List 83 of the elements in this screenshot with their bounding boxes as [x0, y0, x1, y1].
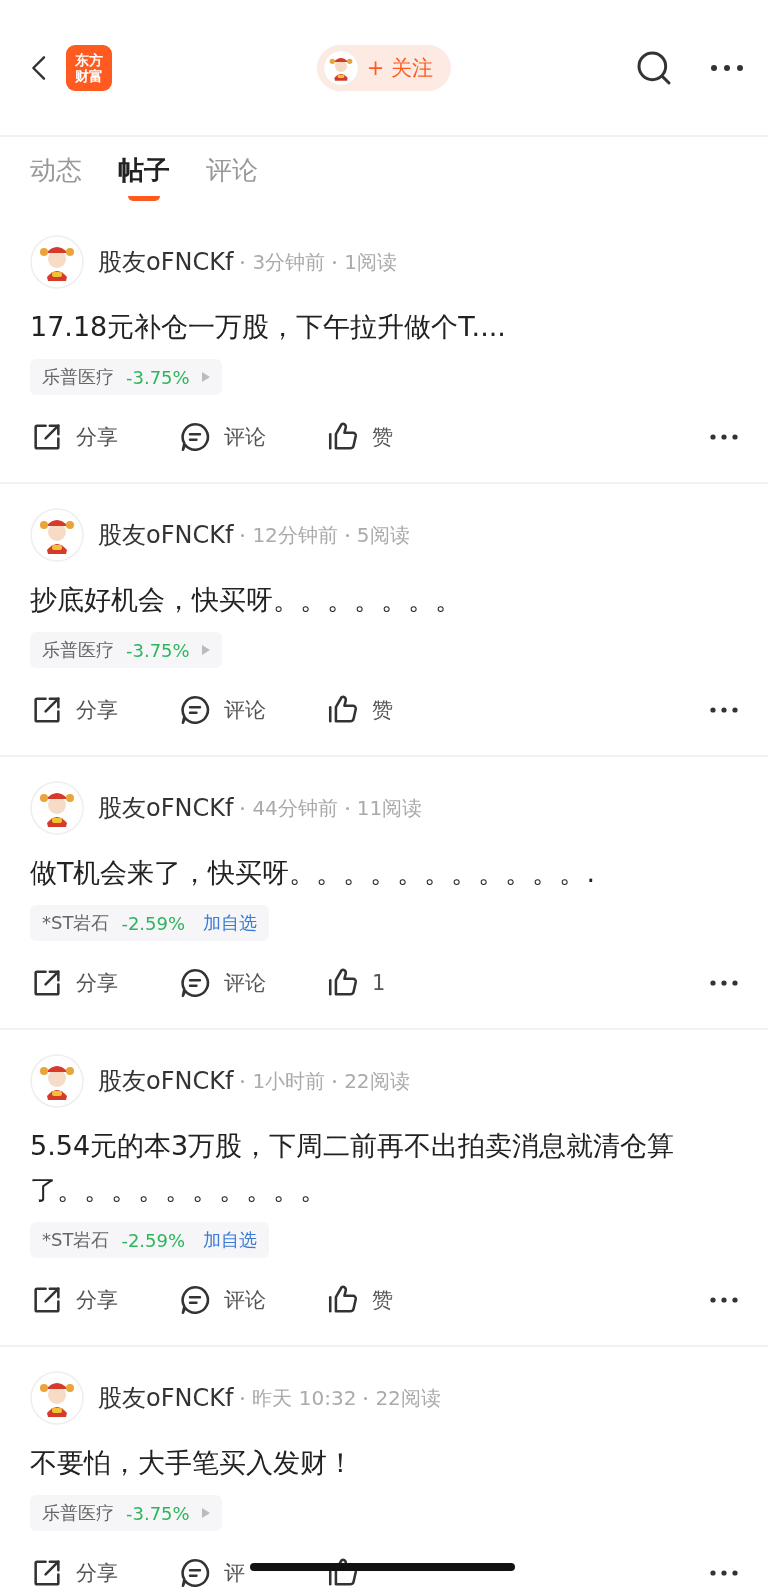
author-name[interactable]: 股友oFNCKf — [98, 1065, 234, 1097]
like-button[interactable]: 赞 — [326, 693, 474, 727]
author-name[interactable]: 股友oFNCKf — [98, 246, 234, 278]
comment-icon — [178, 1556, 212, 1590]
comment-button[interactable]: 评 — [178, 1556, 326, 1590]
share-button[interactable]: 分享 — [30, 1283, 178, 1317]
separator-dot — [241, 260, 245, 264]
more-button[interactable] — [710, 980, 738, 986]
more-button[interactable] — [710, 707, 738, 713]
read-count: 1阅读 — [344, 248, 397, 276]
author-name[interactable]: 股友oFNCKf — [98, 792, 234, 824]
post-text: 做T机会来了，快买呀。。。。。。。。。。。. — [30, 856, 597, 890]
author-name[interactable]: 股友oFNCKf — [98, 1382, 234, 1414]
separator-dot — [241, 806, 245, 810]
stock-name: 乐普医疗 — [42, 1501, 114, 1525]
separator-dot — [241, 1079, 245, 1083]
post-time: 昨天 10:32 — [252, 1384, 357, 1412]
separator-dot — [345, 806, 349, 810]
more-button[interactable] — [710, 1570, 738, 1576]
post-time: 3分钟前 — [252, 248, 326, 276]
stock-name: *ST岩石 — [42, 1228, 110, 1252]
separator-dot — [241, 533, 245, 537]
separator-dot — [333, 260, 337, 264]
stock-tag[interactable]: 乐普医疗 -3.75% — [30, 1495, 222, 1531]
play-icon — [201, 645, 210, 655]
avatar-icon — [30, 1371, 84, 1425]
play-icon — [201, 1508, 210, 1518]
stock-tag[interactable]: 乐普医疗 -3.75% — [30, 359, 222, 395]
more-icon[interactable] — [710, 63, 744, 72]
comment-icon — [178, 1283, 212, 1317]
comment-button[interactable]: 评论 — [178, 966, 326, 1000]
stock-name: 乐普医疗 — [42, 365, 114, 389]
post-text: 抄底好机会，快买呀。。。。。。。 — [30, 583, 463, 617]
post-text: 5.54元的本3万股，下周二前再不出拍卖消息就清仓算了。。。。。。。。。。 — [30, 1129, 676, 1207]
stock-change: -3.75% — [126, 639, 190, 661]
author-name[interactable]: 股友oFNCKf — [98, 519, 234, 551]
comment-icon — [178, 966, 212, 1000]
share-button[interactable]: 分享 — [30, 1556, 178, 1590]
stock-name: 乐普医疗 — [42, 638, 114, 662]
stock-tag[interactable]: *ST岩石 -2.59% 加自选 — [30, 1222, 270, 1258]
more-button[interactable] — [710, 1297, 738, 1303]
like-button[interactable]: 赞 — [326, 420, 474, 454]
avatar-icon — [30, 508, 84, 562]
post-time: 1小时前 — [252, 1067, 326, 1095]
share-button[interactable]: 分享 — [30, 693, 178, 727]
avatar-icon — [30, 235, 84, 289]
share-button[interactable]: 分享 — [30, 420, 178, 454]
add-watchlist-link[interactable]: 加自选 — [203, 911, 258, 935]
post-time: 12分钟前 — [252, 521, 338, 549]
app-logo: 东方 财富 — [66, 44, 112, 91]
comment-button[interactable]: 评论 — [178, 693, 326, 727]
stock-change: -2.59% — [121, 912, 186, 934]
stock-change: -3.75% — [126, 1502, 190, 1524]
separator-dot — [333, 1079, 337, 1083]
play-icon — [201, 372, 210, 382]
avatar-icon — [30, 1054, 84, 1108]
more-button[interactable] — [710, 434, 738, 440]
post-text: 17.18元补仓一万股，下午拉升做个T.... — [30, 310, 507, 344]
comment-icon — [178, 420, 212, 454]
separator-dot — [345, 533, 349, 537]
avatar-icon — [30, 781, 84, 835]
stock-tag[interactable]: *ST岩石 -2.59% 加自选 — [30, 905, 270, 941]
separator-dot — [364, 1396, 368, 1400]
like-button[interactable]: 赞 — [326, 1283, 474, 1317]
post-text: 不要怕，大手笔买入发财！ — [30, 1446, 355, 1480]
add-watchlist-link[interactable]: 加自选 — [203, 1228, 258, 1252]
tab[interactable]: 帖子 — [118, 153, 170, 209]
separator-dot — [241, 1396, 245, 1400]
comment-button[interactable]: 评论 — [178, 1283, 326, 1317]
comment-button[interactable]: 评论 — [178, 420, 326, 454]
post-time: 44分钟前 — [252, 794, 338, 822]
comment-icon — [178, 693, 212, 727]
read-count: 5阅读 — [356, 521, 410, 549]
read-count: 22阅读 — [344, 1067, 410, 1095]
stock-name: *ST岩石 — [42, 911, 110, 935]
share-button[interactable]: 分享 — [30, 966, 178, 1000]
avatar-icon — [322, 49, 359, 86]
like-button[interactable]: 1 — [326, 966, 474, 1000]
stock-tag[interactable]: 乐普医疗 -3.75% — [30, 632, 222, 668]
stock-change: -2.59% — [121, 1229, 186, 1251]
stock-change: -3.75% — [126, 366, 190, 388]
read-count: 22阅读 — [375, 1384, 441, 1412]
read-count: 11阅读 — [356, 794, 423, 822]
